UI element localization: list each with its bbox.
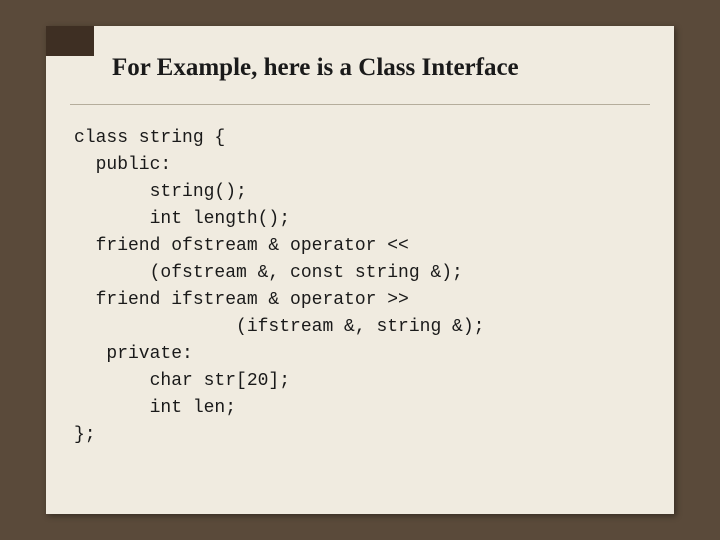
code-block: class string { public: string(); int len… xyxy=(70,125,650,449)
slide-title: For Example, here is a Class Interface xyxy=(70,54,650,105)
slide-paper: For Example, here is a Class Interface c… xyxy=(46,26,674,514)
